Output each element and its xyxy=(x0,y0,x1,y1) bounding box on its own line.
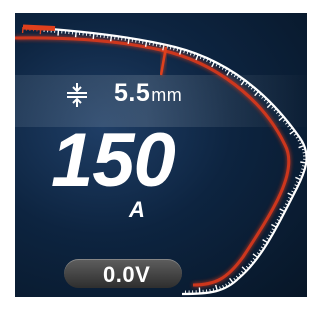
gauge-tick xyxy=(241,266,247,272)
gauge-tick xyxy=(103,34,105,38)
gauge-tick xyxy=(138,39,141,44)
gauge-tick xyxy=(298,144,305,149)
gauge-tick xyxy=(211,61,216,68)
gauge-tick xyxy=(135,38,137,43)
gauge-tick xyxy=(300,161,307,164)
thickness-icon xyxy=(67,83,87,107)
gauge-tick xyxy=(240,79,246,86)
current-value: 150 xyxy=(51,118,176,203)
gauge-tick xyxy=(117,36,120,40)
gauge-tick xyxy=(114,35,116,40)
thickness-readout: 5.5mm xyxy=(114,79,182,108)
gauge-tick xyxy=(279,208,286,213)
gauge-tick xyxy=(121,36,123,41)
gauge-tick xyxy=(152,42,155,46)
thickness-unit: mm xyxy=(151,85,183,105)
gauge-tick xyxy=(241,270,245,274)
gauge-tick xyxy=(209,288,211,293)
gauge-tick xyxy=(127,37,130,44)
gauge-tick xyxy=(179,48,182,55)
thickness-value: 5.5 xyxy=(114,79,151,107)
gauge-tick xyxy=(131,38,134,42)
gauge-tick xyxy=(278,116,284,122)
gauge-tick xyxy=(271,105,275,109)
gauge-tick xyxy=(287,192,294,197)
gauge-tick xyxy=(262,239,269,244)
gauge-tick xyxy=(295,176,302,181)
gauge-tick xyxy=(195,54,199,61)
gauge-tick xyxy=(57,29,60,36)
gauge-tick xyxy=(226,69,231,76)
gauge-tick xyxy=(302,151,307,154)
gauge-tick xyxy=(215,284,218,291)
welder-display: 5.5mm 150 A 0.0V xyxy=(15,13,307,297)
voltage-value: 0.0V xyxy=(103,262,151,287)
gauge-tick xyxy=(92,33,95,40)
gauge-tick xyxy=(235,275,239,279)
gauge-tick xyxy=(266,102,273,109)
gauge-tick xyxy=(74,31,77,38)
gauge-tick xyxy=(229,277,234,284)
current-unit: A xyxy=(129,197,145,222)
gauge-tick xyxy=(289,129,296,135)
gauge-tick xyxy=(252,253,259,259)
gauge-active-segment xyxy=(22,24,56,31)
gauge-tick xyxy=(254,90,260,97)
gauge-tick xyxy=(124,37,127,41)
gauge-tick xyxy=(205,289,208,293)
gauge-tick xyxy=(271,223,277,228)
gauge-tick xyxy=(110,35,113,42)
